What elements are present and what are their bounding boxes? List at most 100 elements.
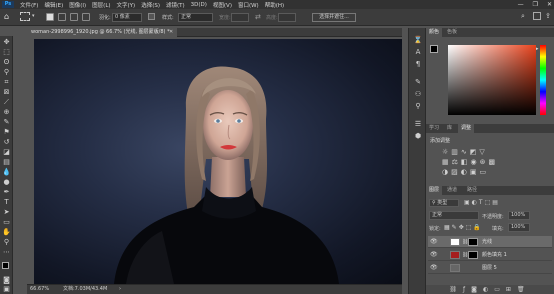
- healing-brush-tool-icon[interactable]: ⊕: [2, 108, 11, 116]
- width-input[interactable]: [231, 13, 249, 22]
- frame-tool-icon[interactable]: ⊠: [2, 88, 11, 96]
- menu-window[interactable]: 窗口(W): [238, 1, 259, 9]
- feather-input[interactable]: 0 像素: [112, 13, 142, 22]
- hue-saturation-icon[interactable]: ▦: [442, 158, 452, 166]
- style-select[interactable]: 正常: [178, 13, 213, 22]
- close-tab-icon[interactable]: ✕: [169, 29, 173, 35]
- select-and-mask-button[interactable]: 选择并遮住...: [312, 13, 356, 22]
- gradient-map-icon[interactable]: ▭: [479, 168, 489, 176]
- document-canvas[interactable]: [34, 39, 402, 284]
- menu-edit[interactable]: 编辑(E): [44, 1, 63, 9]
- menu-layer[interactable]: 图层(L): [92, 1, 110, 9]
- paragraph-panel-icon[interactable]: ¶: [413, 60, 423, 69]
- new-layer-icon[interactable]: ⊞: [506, 286, 517, 293]
- history-panel-icon[interactable]: ⌛: [413, 36, 423, 45]
- add-mask-icon[interactable]: ◙: [471, 286, 483, 293]
- clone-stamp-tool-icon[interactable]: ⚑: [2, 128, 11, 136]
- layer-row[interactable]: 👁 ⛓ 光线: [428, 236, 552, 248]
- lasso-tool-icon[interactable]: ʘ: [2, 58, 11, 66]
- menu-type[interactable]: 文字(Y): [117, 1, 136, 9]
- minimize-button[interactable]: —: [518, 1, 524, 8]
- delete-layer-icon[interactable]: 🗑: [517, 286, 531, 293]
- new-group-icon[interactable]: ▭: [494, 286, 506, 293]
- search-icon[interactable]: ⌕: [521, 12, 525, 21]
- lock-icons[interactable]: ▦✎✥⬚🔒: [444, 224, 483, 231]
- opacity-input[interactable]: 100%: [508, 211, 530, 220]
- screen-mode-icon[interactable]: ▣: [2, 285, 11, 293]
- menu-filter[interactable]: 滤镜(T): [166, 1, 185, 9]
- menu-file[interactable]: 文件(F): [20, 1, 38, 9]
- tab-libraries[interactable]: 库: [444, 124, 455, 133]
- posterize-icon[interactable]: ▨: [451, 168, 461, 176]
- workspace-icon[interactable]: [533, 12, 541, 20]
- tab-color[interactable]: 颜色: [426, 28, 443, 37]
- tab-channels[interactable]: 通道: [444, 186, 460, 195]
- layer-filter-select[interactable]: ⚲ 类型: [429, 199, 459, 207]
- add-to-selection-button[interactable]: [58, 13, 66, 21]
- color-lookup-icon[interactable]: ▩: [489, 158, 499, 166]
- type-tool-icon[interactable]: T: [2, 198, 11, 206]
- gradient-tool-icon[interactable]: ▤: [2, 158, 11, 166]
- hand-tool-icon[interactable]: ✋: [2, 228, 11, 236]
- zoom-tool-icon[interactable]: ⚲: [2, 238, 11, 246]
- rectangular-marquee-tool-icon[interactable]: ⬚: [2, 48, 11, 56]
- eyedropper-tool-icon[interactable]: ⟋: [2, 98, 11, 106]
- blend-mode-select[interactable]: 正常: [429, 211, 479, 220]
- new-selection-button[interactable]: [46, 13, 54, 21]
- brightness-contrast-icon[interactable]: ☼: [442, 148, 451, 156]
- layer-mask-thumbnail[interactable]: [468, 251, 478, 259]
- more-tools-icon[interactable]: ⋯: [2, 248, 11, 256]
- menu-3d[interactable]: 3D(D): [191, 2, 207, 8]
- curves-icon[interactable]: ∿: [461, 148, 470, 156]
- tab-adjustments[interactable]: 调整: [458, 124, 475, 133]
- chevron-down-icon[interactable]: ▾: [32, 13, 35, 19]
- zoom-level[interactable]: 66.67%: [30, 285, 49, 294]
- maximize-button[interactable]: ❐: [533, 1, 538, 8]
- visibility-eye-icon[interactable]: 👁: [430, 262, 438, 274]
- vibrance-icon[interactable]: ▽: [479, 148, 487, 156]
- clone-source-icon[interactable]: ⚲: [413, 102, 423, 111]
- menu-view[interactable]: 视图(V): [213, 1, 232, 9]
- properties-panel-icon[interactable]: ☰: [413, 120, 423, 129]
- layer-filter-icons[interactable]: ▣◐T⬚▤: [464, 199, 500, 206]
- menu-image[interactable]: 图像(I): [69, 1, 86, 9]
- share-icon[interactable]: ⇪: [545, 12, 551, 20]
- tab-paths[interactable]: 路径: [464, 186, 480, 195]
- black-white-icon[interactable]: ◧: [461, 158, 471, 166]
- fill-input[interactable]: 100%: [508, 223, 530, 232]
- link-layers-icon[interactable]: ⛓: [449, 286, 463, 293]
- intersect-selection-button[interactable]: [82, 13, 90, 21]
- history-brush-tool-icon[interactable]: ↺: [2, 138, 11, 146]
- photo-filter-icon[interactable]: ◉: [471, 158, 480, 166]
- layer-thumbnail[interactable]: [450, 238, 460, 246]
- hue-slider[interactable]: [540, 45, 546, 115]
- path-selection-tool-icon[interactable]: ➤: [2, 208, 11, 216]
- color-picker-field[interactable]: [448, 45, 536, 115]
- eraser-tool-icon[interactable]: ◪: [2, 148, 11, 156]
- crop-tool-icon[interactable]: ⌗: [2, 78, 11, 86]
- document-tab[interactable]: woman-2998996_1920.jpg @ 66.7% (光线, 图层蒙版…: [27, 28, 177, 37]
- swap-icon[interactable]: ⇄: [255, 13, 261, 21]
- brush-tool-icon[interactable]: ✎: [2, 118, 11, 126]
- home-icon[interactable]: ⌂: [4, 12, 9, 21]
- tab-learn[interactable]: 学习: [426, 124, 442, 133]
- brush-settings-icon[interactable]: ✎: [413, 78, 423, 87]
- status-menu-chevron-icon[interactable]: ›: [119, 285, 121, 294]
- character-panel-icon[interactable]: A: [413, 48, 423, 57]
- layer-row[interactable]: 👁 图层 5: [428, 262, 552, 274]
- tab-swatches[interactable]: 色板: [444, 28, 460, 37]
- color-balance-icon[interactable]: ⚖: [452, 158, 461, 166]
- layer-mask-thumbnail[interactable]: [468, 238, 478, 246]
- channel-mixer-icon[interactable]: ⊛: [480, 158, 489, 166]
- foreground-color-swatch[interactable]: [2, 262, 9, 269]
- pen-tool-icon[interactable]: ✒: [2, 188, 11, 196]
- visibility-eye-icon[interactable]: 👁: [430, 249, 438, 261]
- anti-alias-checkbox[interactable]: [148, 13, 155, 20]
- threshold-icon[interactable]: ◐: [461, 168, 470, 176]
- tab-layers[interactable]: 图层: [426, 186, 443, 195]
- rectangle-tool-icon[interactable]: ▭: [2, 218, 11, 226]
- color-panel-foreground-swatch[interactable]: [430, 45, 438, 53]
- subtract-from-selection-button[interactable]: [70, 13, 78, 21]
- menu-help[interactable]: 帮助(H): [265, 1, 284, 9]
- layer-thumbnail[interactable]: [450, 264, 460, 272]
